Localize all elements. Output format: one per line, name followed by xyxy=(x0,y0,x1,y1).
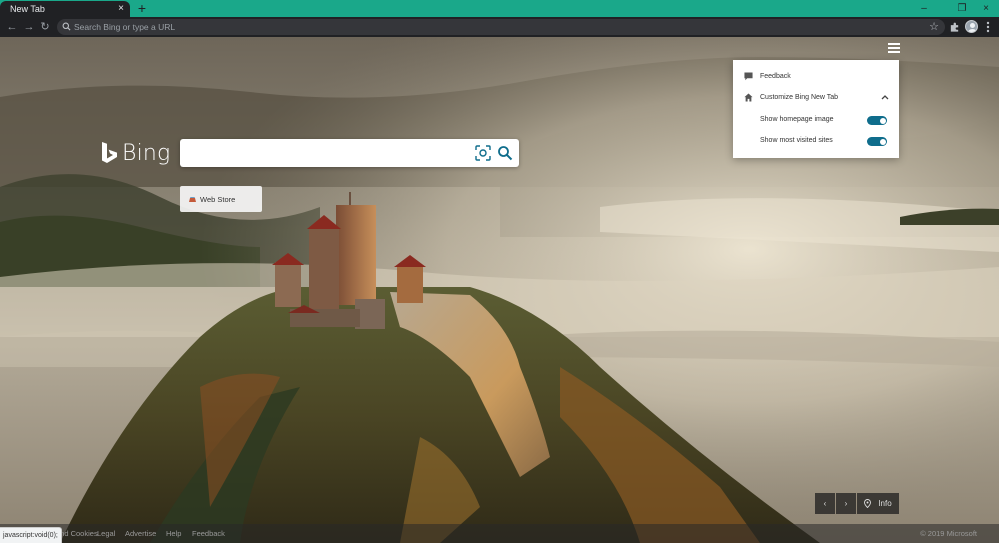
customize-item[interactable]: Customize Bing New Tab xyxy=(733,91,899,105)
back-button[interactable]: ← xyxy=(5,20,19,34)
search-input[interactable] xyxy=(188,143,468,163)
footer-link-legal[interactable]: Legal xyxy=(97,529,115,538)
visual-search-icon[interactable] xyxy=(475,145,491,161)
footer: and Cookies Legal Advertise Help Feedbac… xyxy=(0,524,999,543)
tab-strip: New Tab × + – ❐ × xyxy=(0,0,999,17)
chevron-up-icon[interactable] xyxy=(881,94,889,100)
option-show-homepage-image: Show homepage image xyxy=(733,113,899,127)
web-store-icon xyxy=(189,196,196,202)
info-label: Info xyxy=(878,499,892,508)
footer-link-privacy[interactable]: and Cookies xyxy=(56,529,98,538)
forward-button[interactable]: → xyxy=(22,20,36,34)
search-box xyxy=(180,139,519,167)
option-label: Show most visited sites xyxy=(760,137,833,144)
tab-new-tab[interactable]: New Tab × xyxy=(0,1,130,17)
close-window-button[interactable]: × xyxy=(973,0,999,17)
profile-avatar[interactable] xyxy=(965,20,978,33)
feedback-icon xyxy=(744,72,753,81)
status-bar-url: javascript:void(0); xyxy=(0,527,62,543)
bing-logo[interactable]: Bing xyxy=(100,140,170,166)
bing-logo-text: Bing xyxy=(122,140,171,166)
browser-toolbar: ← → ↻ Search Bing or type a URL ☆ xyxy=(0,17,999,37)
omnibox[interactable]: Search Bing or type a URL ☆ xyxy=(57,19,945,35)
settings-panel: Feedback Customize Bing New Tab Show hom… xyxy=(733,60,899,158)
next-image-button[interactable]: › xyxy=(836,493,856,514)
most-visited-toggle[interactable] xyxy=(867,137,887,146)
bookmark-star-icon[interactable]: ☆ xyxy=(929,20,939,33)
extensions-icon[interactable] xyxy=(949,19,960,35)
menu-icon[interactable] xyxy=(887,42,901,54)
location-pin-icon xyxy=(864,499,872,508)
reload-button[interactable]: ↻ xyxy=(38,20,52,34)
home-icon xyxy=(744,93,753,102)
more-menu-icon[interactable] xyxy=(984,19,992,35)
minimize-button[interactable]: – xyxy=(911,0,937,17)
option-label: Show homepage image xyxy=(760,116,834,123)
tab-close-icon[interactable]: × xyxy=(118,3,124,14)
restore-button[interactable]: ❐ xyxy=(949,0,975,17)
footer-link-help[interactable]: Help xyxy=(166,529,181,538)
homepage-image-toggle[interactable] xyxy=(867,116,887,125)
option-show-most-visited: Show most visited sites xyxy=(733,134,899,148)
most-visited-tile-web-store[interactable]: Web Store xyxy=(180,186,262,212)
copyright: © 2019 Microsoft xyxy=(920,529,977,538)
footer-link-feedback[interactable]: Feedback xyxy=(192,529,225,538)
previous-image-button[interactable]: ‹ xyxy=(815,493,835,514)
search-icon[interactable] xyxy=(497,145,513,161)
omnibox-placeholder: Search Bing or type a URL xyxy=(74,22,176,32)
customize-label: Customize Bing New Tab xyxy=(760,94,839,101)
tile-label: Web Store xyxy=(200,194,236,204)
info-button[interactable]: Info xyxy=(857,493,899,514)
tab-title: New Tab xyxy=(10,4,45,14)
feedback-label: Feedback xyxy=(760,73,791,80)
footer-link-advertise[interactable]: Advertise xyxy=(125,529,156,538)
bing-b-icon xyxy=(102,142,117,163)
new-tab-button[interactable]: + xyxy=(135,0,149,17)
feedback-item[interactable]: Feedback xyxy=(733,70,899,84)
search-engine-icon xyxy=(62,22,71,31)
